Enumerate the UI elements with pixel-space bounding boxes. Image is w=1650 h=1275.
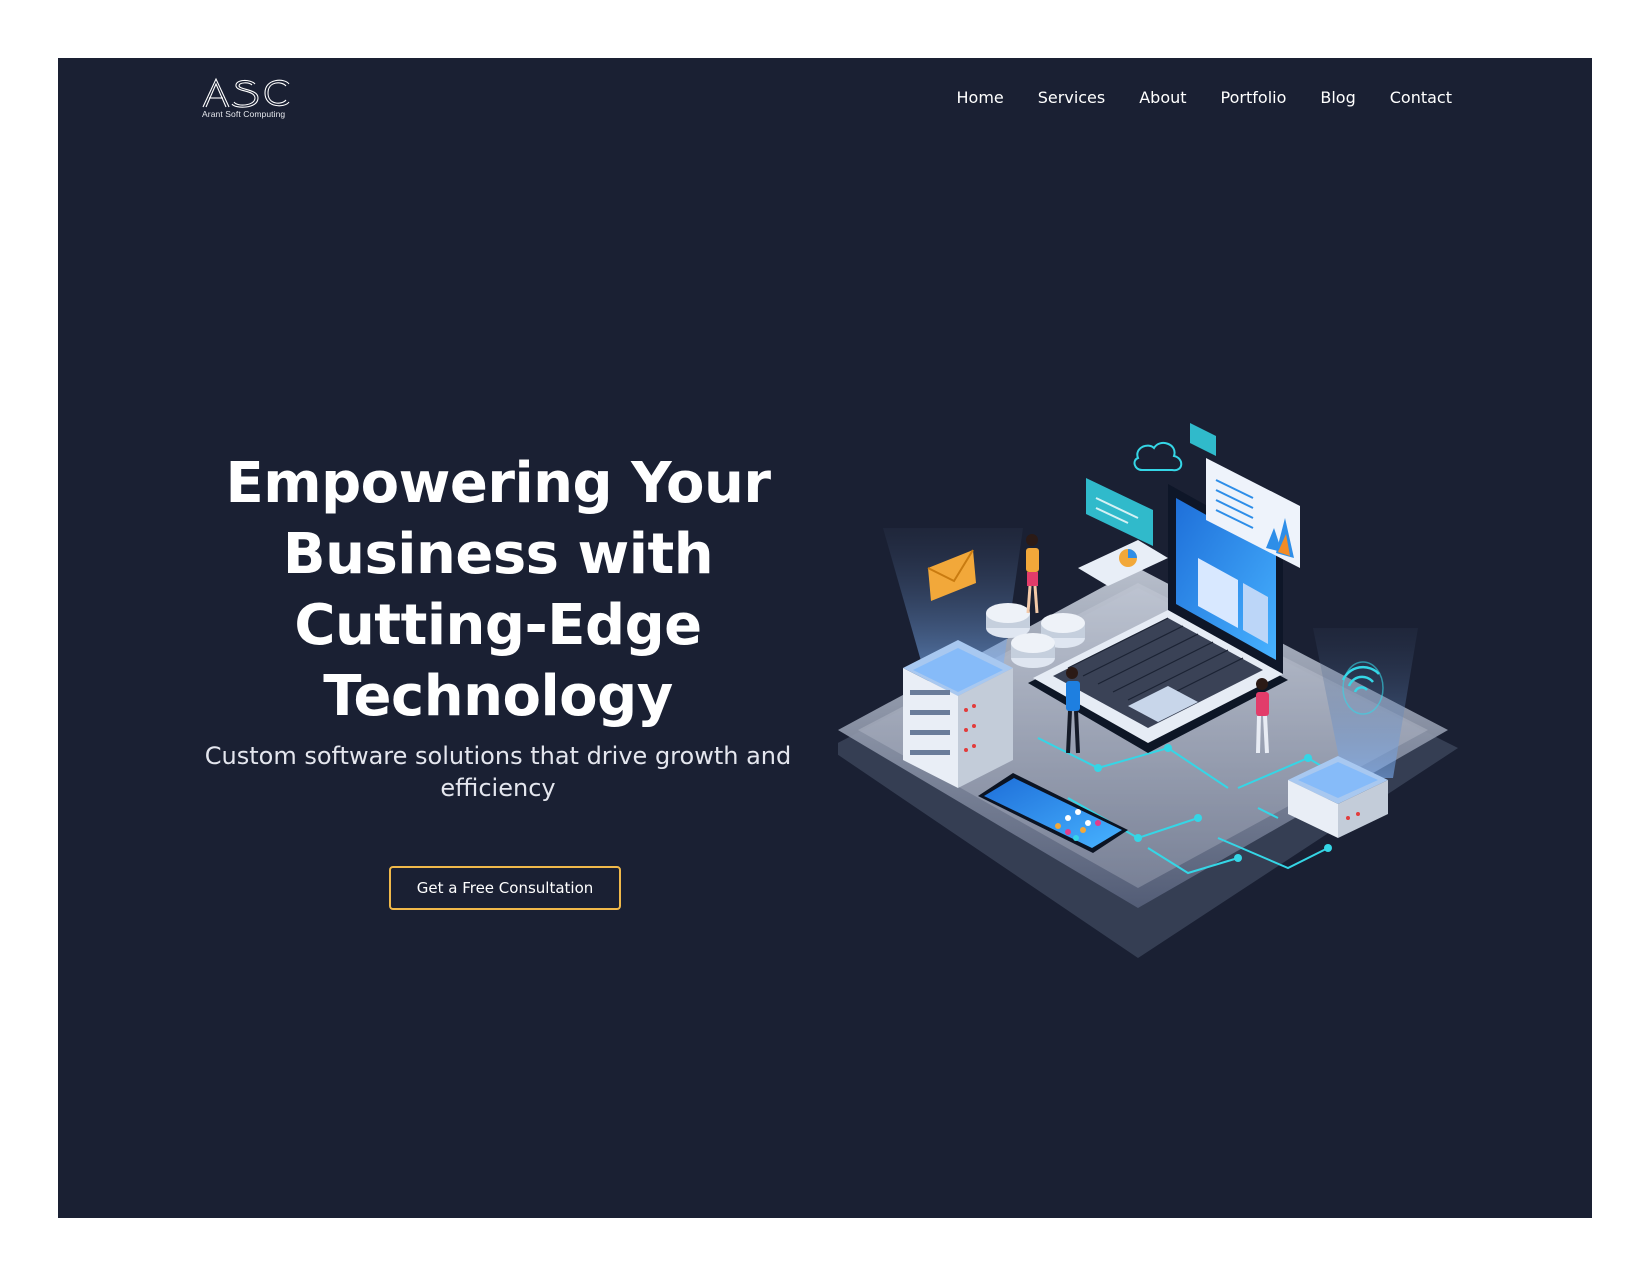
- logo[interactable]: Arant Soft Computing: [201, 76, 297, 122]
- free-consultation-button[interactable]: Get a Free Consultation: [389, 866, 621, 910]
- isometric-tech-illustration-icon: [828, 423, 1458, 958]
- hero-subtitle: Custom software solutions that drive gro…: [204, 742, 792, 802]
- hero-title: Empowering Your Business with Cutting-Ed…: [225, 451, 771, 729]
- nav-contact[interactable]: Contact: [1390, 88, 1452, 107]
- logo-mark-icon: [202, 77, 290, 108]
- nav-portfolio[interactable]: Portfolio: [1221, 88, 1287, 107]
- nav-home[interactable]: Home: [957, 88, 1004, 107]
- main-nav: Home Services About Portfolio Blog Conta…: [957, 88, 1452, 107]
- logo-subtitle: Arant Soft Computing: [202, 109, 286, 119]
- hero-text: Empowering Your Business with Cutting-Ed…: [178, 448, 818, 804]
- nav-about[interactable]: About: [1139, 88, 1186, 107]
- nav-services[interactable]: Services: [1038, 88, 1105, 107]
- hero-section: Arant Soft Computing Home Services About…: [58, 58, 1592, 1218]
- nav-blog[interactable]: Blog: [1320, 88, 1355, 107]
- technology-illustration: [828, 418, 1478, 978]
